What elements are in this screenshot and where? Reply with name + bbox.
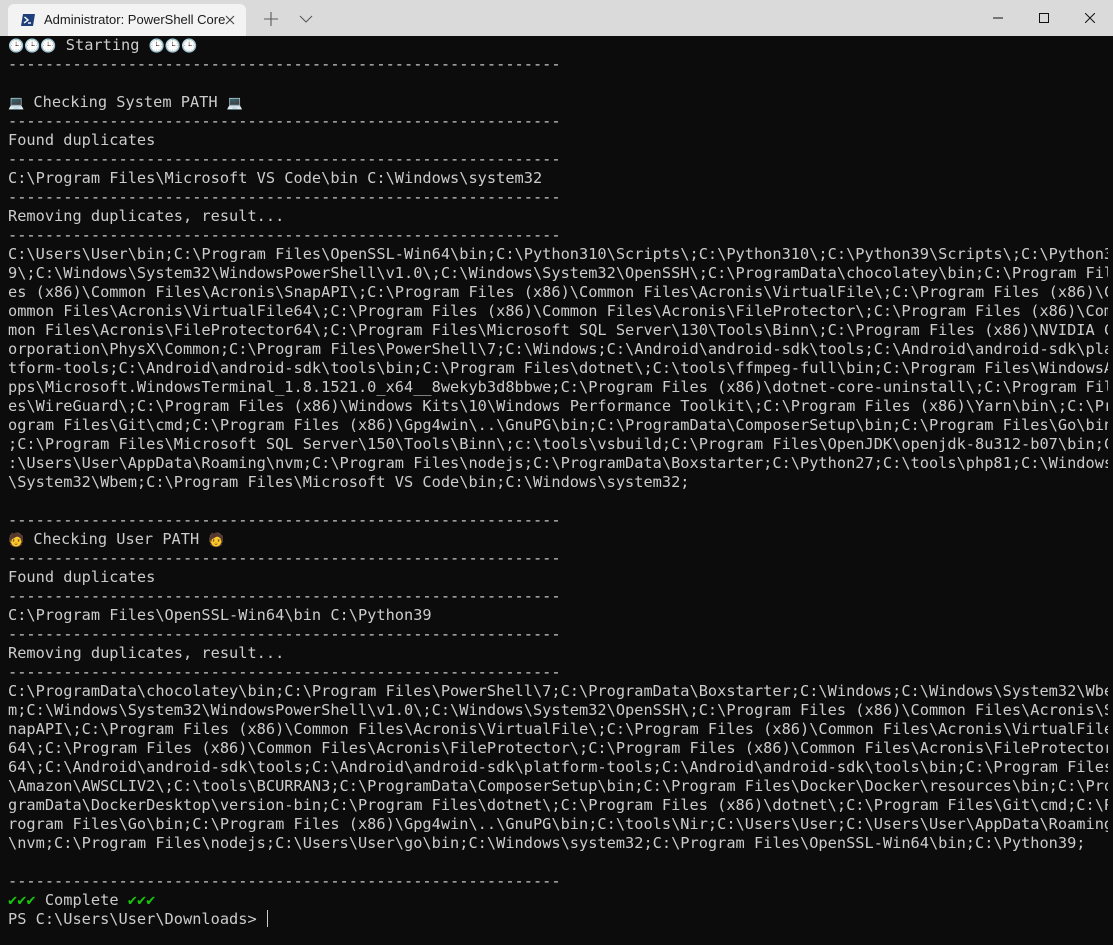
maximize-icon [1039,13,1049,23]
title-bar: Administrator: PowerShell Core [0,0,1113,36]
separator: ----------------------------------------… [8,188,561,206]
removing-duplicates-label: Removing duplicates, result... [8,644,285,662]
duplicates-list: C:\Program Files\OpenSSL-Win64\bin C:\Py… [8,606,432,624]
system-path-result-line: tform-tools;C:\Android\android-sdk\tools… [8,359,1108,377]
check-mark-icon: ✔✔✔ [8,891,36,909]
computer-icon: 💻 [8,96,25,111]
prompt-text: PS C:\Users\User\Downloads> [8,910,266,928]
clock-icon: 🕒🕒🕒 [148,39,198,54]
text-cursor [266,910,268,927]
minimize-button[interactable] [975,0,1021,36]
separator: ----------------------------------------… [8,872,561,890]
user-path-result-line: 64\;C:\Program Files (x86)\Common Files\… [8,739,1108,757]
user-path-result-line: m;C:\Windows\System32\WindowsPowerShell\… [8,701,1108,719]
separator: ----------------------------------------… [8,112,561,130]
person-icon: 🧑 [8,533,25,548]
system-path-result-line: es\WireGuard\;C:\Program Files (x86)\Win… [8,397,1108,415]
minimize-icon [993,17,1003,19]
found-duplicates-label: Found duplicates [8,568,156,586]
system-path-result-line: es (x86)\Common Files\Acronis\SnapAPI\;C… [8,283,1108,301]
separator: ----------------------------------------… [8,55,561,73]
starting-line: 🕒🕒🕒 Starting 🕒🕒🕒 [8,36,198,54]
computer-icon: 💻 [226,96,243,111]
separator: ----------------------------------------… [8,150,561,168]
command-prompt[interactable]: PS C:\Users\User\Downloads> [8,910,1108,929]
system-path-result-line: orporation\PhysX\Common;C:\Program Files… [8,340,1108,358]
terminal-tab[interactable]: Administrator: PowerShell Core [8,4,246,36]
system-path-result-line: \System32\Wbem;C:\Program Files\Microsof… [8,473,690,491]
user-path-result-line: napAPI\;C:\Program Files (x86)\Common Fi… [8,720,1108,738]
powershell-icon [21,14,35,26]
system-path-result-line: C:\Users\User\bin;C:\Program Files\OpenS… [8,245,1108,263]
found-duplicates-label: Found duplicates [8,131,156,149]
separator: ----------------------------------------… [8,625,561,643]
complete-line: ✔✔✔ Complete ✔✔✔ [8,891,156,909]
terminal-output[interactable]: 🕒🕒🕒 Starting 🕒🕒🕒 -----------------------… [8,36,1108,945]
chevron-down-icon[interactable] [298,10,314,28]
user-path-result-line: \nvm;C:\Program Files\nodejs;C:\Users\Us… [8,834,1086,852]
plus-icon[interactable] [262,10,280,28]
user-path-result-line: 64\;C:\Android\android-sdk\tools;C:\Andr… [8,758,1108,776]
user-path-result-line: gramData\DockerDesktop\version-bin;C:\Pr… [8,796,1108,814]
system-path-result-line: 9\;C:\Windows\System32\WindowsPowerShell… [8,264,1108,282]
user-path-result-line: C:\ProgramData\chocolatey\bin;C:\Program… [8,682,1108,700]
removing-duplicates-label: Removing duplicates, result... [8,207,285,225]
tab-title: Administrator: PowerShell Core [44,12,226,27]
system-path-result-line: ;C:\Program Files\Microsoft SQL Server\1… [8,435,1108,453]
separator: ----------------------------------------… [8,549,561,567]
separator: ----------------------------------------… [8,663,561,681]
clock-icon: 🕒🕒🕒 [8,39,57,54]
separator: ----------------------------------------… [8,511,561,529]
separator: ----------------------------------------… [8,587,561,605]
user-path-heading: 🧑 Checking User PATH 🧑 [8,530,225,548]
system-path-result-line: mon Files\Acronis\FileProtector64\;C:\Pr… [8,321,1108,339]
separator: ----------------------------------------… [8,226,561,244]
maximize-button[interactable] [1021,0,1067,36]
close-icon [1085,13,1095,23]
system-path-result-line: pps\Microsoft.WindowsTerminal_1.8.1521.0… [8,378,1108,396]
user-path-result-line: \Amazon\AWSCLIV2\;C:\tools\BCURRAN3;C:\P… [8,777,1108,795]
system-path-result-line: ogram Files\Git\cmd;C:\Program Files (x8… [8,416,1108,434]
person-icon: 🧑 [208,533,225,548]
check-mark-icon: ✔✔✔ [127,891,156,909]
close-icon[interactable] [222,12,238,28]
user-path-result-line: rogram Files\Go\bin;C:\Program Files (x8… [8,815,1108,833]
close-window-button[interactable] [1067,0,1113,36]
duplicates-list: C:\Program Files\Microsoft VS Code\bin C… [8,169,543,187]
system-path-result-line: :\Users\User\AppData\Roaming\nvm;C:\Prog… [8,454,1108,472]
system-path-result-line: ommon Files\Acronis\VirtualFile64\;C:\Pr… [8,302,1108,320]
system-path-heading: 💻 Checking System PATH 💻 [8,93,243,111]
